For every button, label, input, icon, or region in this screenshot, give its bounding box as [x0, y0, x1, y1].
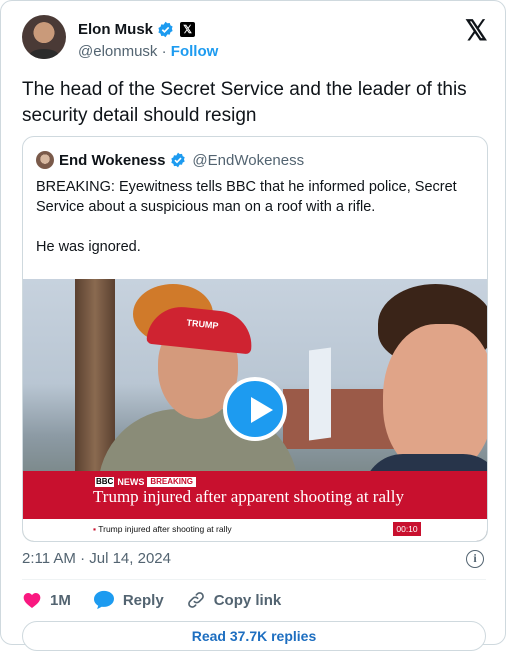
quoted-paragraph-2: He was ignored. — [36, 239, 141, 255]
action-bar: 1M Reply Copy link — [22, 590, 303, 610]
bbc-ticker: ▪ Trump injured after shooting at rally … — [23, 519, 487, 541]
like-count: 1M — [50, 591, 71, 609]
quoted-author-handle: @EndWokeness — [192, 151, 305, 169]
verified-badge-icon — [157, 21, 174, 38]
author-avatar[interactable] — [22, 15, 66, 59]
tweet-timestamp[interactable]: 2:11 AM · Jul 14, 2024 — [22, 550, 171, 567]
heart-icon — [23, 593, 41, 608]
separator-dot: · — [161, 43, 167, 60]
video-scene-banner — [309, 347, 331, 441]
video-scene-person-right-face — [383, 324, 487, 474]
bbc-logo: BBC — [95, 477, 115, 487]
ticker-row: ▪ Trump injured after shooting at rally — [93, 524, 232, 534]
author-handle[interactable]: @elonmusk — [78, 43, 157, 60]
quoted-paragraph-1: BREAKING: Eyewitness tells BBC that he i… — [36, 179, 457, 215]
author-name-row: Elon Musk 𝕏 — [78, 21, 196, 38]
quoted-author-name: End Wokeness — [59, 151, 166, 169]
reply-button[interactable]: Reply — [93, 590, 164, 610]
quoted-author-row: End Wokeness @EndWokeness — [36, 151, 304, 169]
quoted-tweet[interactable]: End Wokeness @EndWokeness BREAKING: Eyew… — [22, 136, 488, 542]
bbc-news-banner: BBC NEWS BREAKING Trump injured after ap… — [23, 471, 487, 519]
x-affiliate-badge-icon: 𝕏 — [180, 22, 196, 37]
copy-link-button[interactable]: Copy link — [186, 590, 282, 610]
quoted-verified-badge-icon — [170, 152, 187, 169]
reply-label: Reply — [122, 591, 164, 609]
author-handle-row: @elonmusk · Follow — [78, 43, 218, 60]
x-logo-icon[interactable]: 𝕏 — [465, 17, 488, 45]
bbc-logo-row: BBC NEWS BREAKING — [95, 477, 197, 487]
copy-link-label: Copy link — [213, 591, 282, 609]
like-button[interactable]: 1M — [22, 590, 71, 610]
read-replies-button[interactable]: Read 37.7K replies — [22, 621, 486, 651]
breaking-label: BREAKING — [147, 477, 197, 487]
play-button-icon[interactable] — [223, 377, 287, 441]
tweet-text: The head of the Secret Service and the l… — [22, 79, 467, 126]
reply-bubble-icon — [93, 590, 114, 610]
tweet-card: Elon Musk 𝕏 @elonmusk · Follow 𝕏 The hea… — [0, 0, 506, 651]
cap-text: TRUMP — [186, 317, 219, 331]
video-timecode: 00:10 — [393, 522, 421, 536]
author-name[interactable]: Elon Musk — [78, 21, 153, 38]
quoted-avatar — [36, 151, 54, 169]
bbc-news-label: NEWS — [117, 477, 145, 487]
bbc-headline: Trump injured after apparent shooting at… — [93, 487, 404, 506]
link-icon — [187, 592, 204, 608]
ticker-bullet-icon: ▪ — [93, 524, 97, 534]
follow-button[interactable]: Follow — [171, 43, 219, 60]
quoted-text: BREAKING: Eyewitness tells BBC that he i… — [36, 177, 476, 257]
ticker-text: Trump injured after shooting at rally — [98, 524, 232, 534]
divider — [22, 579, 486, 580]
video-player[interactable]: TRUMP BBC NEWS BREAKING Trump injured af… — [23, 279, 487, 541]
info-icon[interactable]: i — [466, 550, 484, 568]
